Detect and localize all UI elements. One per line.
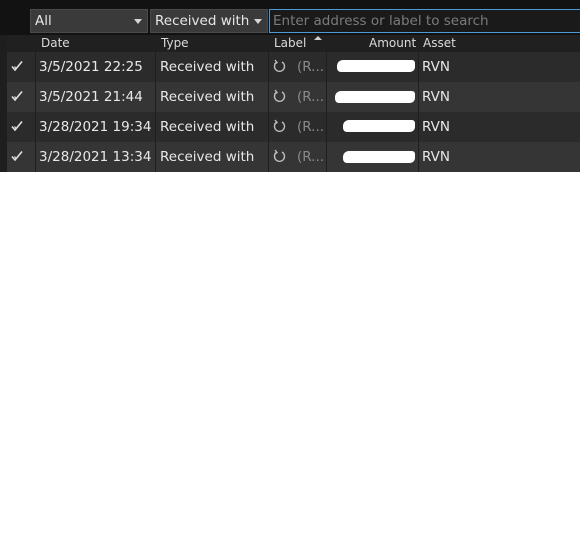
date-cell: 3/5/2021 21:44 <box>35 82 155 112</box>
label-cell: (R... <box>268 112 326 142</box>
transaction-kind-dropdown[interactable]: Received with <box>150 9 268 33</box>
address-search-input[interactable] <box>269 9 580 33</box>
table-row[interactable]: 3/28/2021 13:34 Received with (R... RVN <box>7 142 580 172</box>
asset-cell: RVN <box>418 112 580 142</box>
asset-cell: RVN <box>418 142 580 172</box>
amount-cell <box>326 52 418 82</box>
column-header-asset[interactable]: Asset <box>423 36 456 50</box>
chevron-down-icon <box>254 19 262 24</box>
confirmed-check-icon <box>11 120 23 132</box>
table-header: Date Type Label Amount Asset <box>7 35 580 52</box>
column-header-label[interactable]: Label <box>274 36 306 50</box>
column-header-amount[interactable]: Amount <box>369 36 416 50</box>
type-cell: Received with <box>155 142 268 172</box>
redacted-amount <box>337 60 415 72</box>
confirmed-check-icon <box>11 60 23 72</box>
label-text: (R... <box>297 149 325 165</box>
asset-cell: RVN <box>418 82 580 112</box>
type-cell: Received with <box>155 82 268 112</box>
status-cell <box>7 112 35 142</box>
received-arrow-icon <box>273 149 286 162</box>
label-text: (R... <box>297 59 325 75</box>
column-header-date[interactable]: Date <box>41 36 70 50</box>
amount-cell <box>326 142 418 172</box>
label-cell: (R... <box>268 82 326 112</box>
type-cell: Received with <box>155 112 268 142</box>
label-text: (R... <box>297 119 325 135</box>
label-cell: (R... <box>268 142 326 172</box>
table-row[interactable]: 3/28/2021 19:34 Received with (R... RVN <box>7 112 580 142</box>
type-filter-dropdown[interactable]: All <box>30 9 148 33</box>
label-text: (R... <box>297 89 325 105</box>
confirmed-check-icon <box>11 90 23 102</box>
type-cell: Received with <box>155 52 268 82</box>
date-cell: 3/28/2021 19:34 <box>35 112 155 142</box>
amount-cell <box>326 112 418 142</box>
table-row[interactable]: 3/5/2021 21:44 Received with (R... RVN <box>7 82 580 112</box>
transactions-panel: All Received with Date Type Label Amount… <box>0 0 580 172</box>
status-cell <box>7 142 35 172</box>
column-header-type[interactable]: Type <box>161 36 189 50</box>
received-arrow-icon <box>273 89 286 102</box>
redacted-amount <box>335 91 415 103</box>
redacted-amount <box>343 120 415 132</box>
transaction-kind-value: Received with <box>155 13 250 29</box>
confirmed-check-icon <box>11 150 23 162</box>
date-cell: 3/28/2021 13:34 <box>35 142 155 172</box>
received-arrow-icon <box>273 119 286 132</box>
status-cell <box>7 52 35 82</box>
date-cell: 3/5/2021 22:25 <box>35 52 155 82</box>
label-cell: (R... <box>268 52 326 82</box>
table-row[interactable]: 3/5/2021 22:25 Received with (R... RVN <box>7 52 580 82</box>
type-filter-value: All <box>35 13 52 29</box>
redacted-amount <box>343 151 415 163</box>
amount-cell <box>326 82 418 112</box>
filter-bar: All Received with <box>0 0 580 35</box>
chevron-down-icon <box>134 19 142 24</box>
received-arrow-icon <box>273 59 286 72</box>
sort-ascending-icon <box>314 36 322 40</box>
status-cell <box>7 82 35 112</box>
transaction-table: 3/5/2021 22:25 Received with (R... RVN 3… <box>7 52 580 172</box>
asset-cell: RVN <box>418 52 580 82</box>
